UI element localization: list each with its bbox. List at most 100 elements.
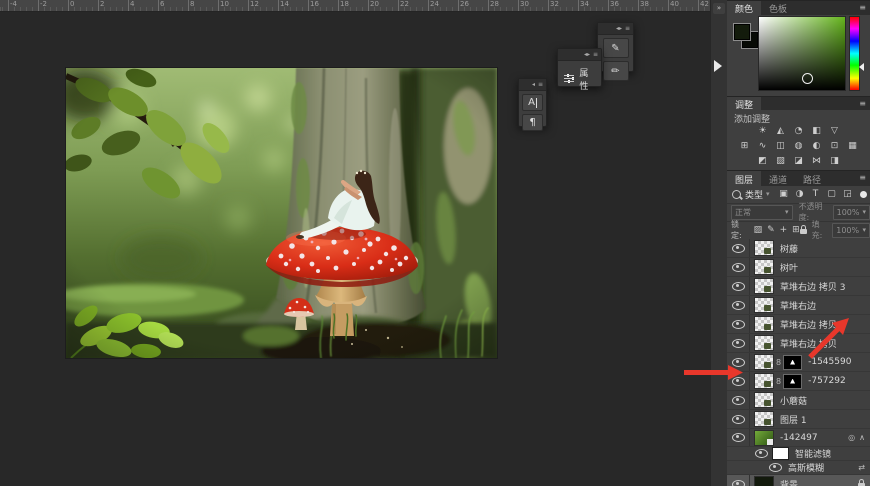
play-triangle-icon[interactable]	[714, 60, 722, 72]
filter-pixel-layers-icon[interactable]: ▣	[778, 188, 790, 200]
visibility-toggle[interactable]	[727, 391, 750, 409]
visibility-toggle[interactable]	[727, 296, 750, 314]
lock-all-icon[interactable]	[800, 229, 807, 234]
smart-object-thumbnail[interactable]	[754, 430, 774, 446]
filter-toggle-icon[interactable]	[860, 191, 867, 198]
fill-select[interactable]: 100% ▾	[832, 223, 870, 238]
hue-saturation-icon[interactable]: ⊞	[738, 140, 751, 152]
visibility-toggle[interactable]	[727, 475, 750, 486]
expand-panels-icon[interactable]: »	[713, 3, 725, 14]
layer-row[interactable]: 图层 1	[727, 410, 870, 429]
lock-position-icon[interactable]: +	[780, 225, 788, 235]
blend-mode-select[interactable]: 正常 ▾	[731, 205, 793, 220]
background-thumbnail[interactable]	[754, 476, 774, 486]
layer-thumbnail[interactable]	[754, 392, 774, 408]
visibility-toggle[interactable]	[727, 410, 750, 428]
visibility-toggle[interactable]	[727, 334, 750, 352]
visibility-toggle[interactable]	[727, 429, 750, 446]
document-canvas[interactable]	[66, 68, 497, 358]
visibility-toggle[interactable]	[727, 372, 750, 390]
panel-menu-icon[interactable]: ≡	[859, 173, 866, 182]
properties-dock-panel[interactable]: ◂▸ ≡ 属性	[557, 48, 602, 87]
layer-row[interactable]: 草堆右边	[727, 296, 870, 315]
smart-filter-fx-icon[interactable]: ◎	[848, 433, 855, 442]
layer-thumbnail[interactable]	[754, 316, 774, 332]
properties-panel-button[interactable]: 属性	[558, 61, 601, 97]
selective-color-icon[interactable]: ⋈	[810, 155, 823, 167]
lock-pixels-icon[interactable]: ✎	[767, 225, 775, 235]
hue-slider[interactable]	[849, 16, 860, 91]
visibility-toggle[interactable]	[727, 353, 750, 371]
opacity-select[interactable]: 100% ▾	[833, 205, 870, 220]
brushes-icon[interactable]: ✏	[603, 61, 629, 81]
mask-icon[interactable]: ◨	[828, 155, 841, 167]
smart-filters-row[interactable]: 智能滤镜	[727, 447, 870, 461]
layer-thumbnail[interactable]	[754, 354, 774, 370]
tab-layers[interactable]: 图层	[727, 171, 761, 186]
panel-menu-icon[interactable]: ≡	[859, 3, 866, 12]
layer-row[interactable]: 草堆右边 拷贝	[727, 334, 870, 353]
curves-icon[interactable]: ◔	[792, 125, 805, 137]
filter-shape-layers-icon[interactable]: ▢	[826, 188, 838, 200]
visibility-toggle[interactable]	[727, 239, 750, 257]
color-balance-icon[interactable]: ∿	[756, 140, 769, 152]
filter-blend-options-icon[interactable]: ⇄	[858, 463, 865, 472]
tab-paths[interactable]: 路径	[795, 171, 829, 186]
exposure-icon[interactable]: ◧	[810, 125, 823, 137]
smart-filter-mask-thumbnail[interactable]	[772, 447, 789, 460]
posterize-icon[interactable]: ▦	[846, 140, 859, 152]
color-cursor[interactable]	[802, 73, 813, 84]
visibility-toggle[interactable]	[727, 315, 750, 333]
layer-thumbnail[interactable]	[754, 373, 774, 389]
layer-thumbnail[interactable]	[754, 411, 774, 427]
color-lookup-icon[interactable]: ⊡	[828, 140, 841, 152]
vibrance-icon[interactable]: ▽	[828, 125, 841, 137]
gradient-map-icon[interactable]: ◪	[792, 155, 805, 167]
black-white-icon[interactable]: ◫	[774, 140, 787, 152]
panel-menu-icon[interactable]: ≡	[593, 49, 598, 60]
saturation-brightness-field[interactable]	[758, 16, 846, 91]
layer-thumbnail[interactable]	[754, 297, 774, 313]
eye-icon[interactable]	[769, 463, 782, 472]
tab-swatches[interactable]: 色板	[761, 1, 795, 15]
lock-artboard-icon[interactable]: ⊞	[792, 225, 800, 235]
tab-adjustments[interactable]: 调整	[727, 97, 761, 110]
layer-row[interactable]: 小蘑菇	[727, 391, 870, 410]
tab-color[interactable]: 颜色	[727, 1, 761, 15]
filter-type-layers-icon[interactable]: T	[810, 188, 822, 200]
layer-row[interactable]: 8 -1545590	[727, 353, 870, 372]
collapse-filters-icon[interactable]: ∧	[859, 433, 865, 442]
layer-row[interactable]: 草堆右边 拷贝 2	[727, 315, 870, 334]
paragraph-panel-icon[interactable]: ¶	[522, 114, 543, 131]
filter-smart-objects-icon[interactable]: ◲	[842, 188, 854, 200]
gaussian-blur-filter-row[interactable]: 高斯模糊 ⇄	[727, 461, 870, 475]
channel-mixer-icon[interactable]: ◐	[810, 140, 823, 152]
foreground-color-swatch[interactable]	[734, 24, 750, 40]
visibility-toggle[interactable]	[727, 277, 750, 295]
panel-menu-icon[interactable]: ≡	[538, 79, 543, 90]
layer-thumbnail[interactable]	[754, 240, 774, 256]
eye-icon[interactable]	[755, 449, 768, 458]
layer-row[interactable]: 树藤	[727, 239, 870, 258]
brush-settings-icon[interactable]: ✎	[603, 38, 629, 58]
foreground-background-swatches[interactable]	[734, 24, 760, 50]
top-ruler[interactable]: -4-2024681012141618202224262830323436384…	[0, 0, 710, 12]
layer-thumbnail[interactable]	[754, 278, 774, 294]
invert-icon[interactable]: ◩	[756, 155, 769, 167]
layer-thumbnail[interactable]	[754, 259, 774, 275]
filter-kind-dropdown[interactable]: 类型	[745, 188, 763, 201]
photo-filter-icon[interactable]: ◍	[792, 140, 805, 152]
lock-transparency-icon[interactable]: ▨	[754, 225, 763, 235]
collapse-panel-icon[interactable]: ◂▸	[616, 23, 622, 34]
layer-row[interactable]: 草堆右边 拷贝 3	[727, 277, 870, 296]
layer-thumbnail[interactable]	[754, 335, 774, 351]
collapse-panel-icon[interactable]: ◂▸	[584, 49, 590, 60]
levels-icon[interactable]: ◭	[774, 125, 787, 137]
visibility-toggle[interactable]	[727, 258, 750, 276]
character-panel-icon[interactable]: A	[522, 94, 543, 111]
layer-row[interactable]: 树叶	[727, 258, 870, 277]
layer-row-background[interactable]: 背景	[727, 475, 870, 486]
brush-dock-panel[interactable]: ◂▸ ≡ ✎ ✏	[597, 22, 634, 72]
panel-menu-icon[interactable]: ≡	[625, 23, 630, 34]
layer-row-smart-object[interactable]: -142497 ◎ ∧	[727, 429, 870, 447]
